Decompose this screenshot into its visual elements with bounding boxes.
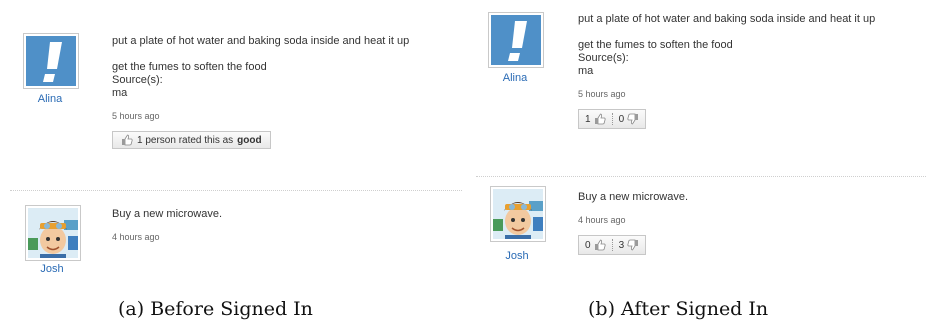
thumbs-up-icon [594, 239, 606, 251]
source-label: Source(s): [112, 74, 163, 86]
vote-buttons: 1 0 [578, 109, 647, 129]
figure-caption: (b) After Signed In [588, 298, 769, 320]
cartoon-boy-avatar-icon[interactable] [25, 205, 81, 261]
exclamation-avatar-icon[interactable] [488, 12, 544, 68]
answer-divider [10, 190, 462, 191]
answer-text-line: put a plate of hot water and baking soda… [578, 13, 876, 25]
thumbs-down-button[interactable]: 3 [613, 239, 646, 251]
answer-body: put a plate of hot water and baking soda… [578, 13, 875, 129]
author-name[interactable]: Josh [24, 263, 80, 275]
author-name[interactable]: Josh [489, 250, 545, 262]
thumbs-down-count: 0 [618, 113, 625, 125]
source-label: Source(s): [578, 52, 629, 64]
thumbs-down-button[interactable]: 0 [613, 113, 646, 125]
rating-word: good [237, 134, 262, 146]
answer-timestamp: 5 hours ago [112, 111, 160, 121]
answer-text-line: get the fumes to soften the food [112, 61, 267, 73]
thumbs-down-icon [627, 113, 639, 125]
answer-text-line: Buy a new microwave. [578, 191, 689, 203]
thumbs-up-icon [121, 134, 133, 146]
answer-text-line: get the fumes to soften the food [578, 39, 733, 51]
answer-body: put a plate of hot water and baking soda… [112, 35, 409, 149]
thumbs-up-count: 0 [585, 239, 591, 251]
cartoon-boy-avatar-icon[interactable] [490, 186, 546, 242]
thumbs-up-button[interactable]: 1 [579, 113, 612, 125]
source-value: ma [112, 87, 128, 99]
rating-summary-text: 1 person rated this as [137, 134, 234, 146]
answer-body: Buy a new microwave. 4 hours ago 0 3 [578, 191, 688, 255]
exclamation-avatar-icon[interactable] [23, 33, 79, 89]
thumbs-up-count: 1 [585, 113, 591, 125]
answer-timestamp: 4 hours ago [578, 215, 626, 225]
answer-text-line: put a plate of hot water and baking soda… [112, 35, 410, 47]
answer-divider [476, 176, 926, 177]
answer-timestamp: 5 hours ago [578, 89, 626, 99]
thumbs-down-icon [627, 239, 639, 251]
vote-buttons: 0 3 [578, 235, 647, 255]
thumbs-up-icon [594, 113, 606, 125]
answer-text-line: Buy a new microwave. [112, 208, 223, 220]
answer-timestamp: 4 hours ago [112, 232, 160, 242]
answer-body: Buy a new microwave. 4 hours ago [112, 208, 222, 244]
figure-caption: (a) Before Signed In [118, 298, 313, 320]
rating-summary-button[interactable]: 1 person rated this as good [112, 131, 271, 149]
thumbs-up-button[interactable]: 0 [579, 239, 612, 251]
source-value: ma [578, 65, 594, 77]
thumbs-down-count: 3 [618, 239, 625, 251]
author-name[interactable]: Alina [22, 93, 78, 105]
author-name[interactable]: Alina [487, 72, 543, 84]
